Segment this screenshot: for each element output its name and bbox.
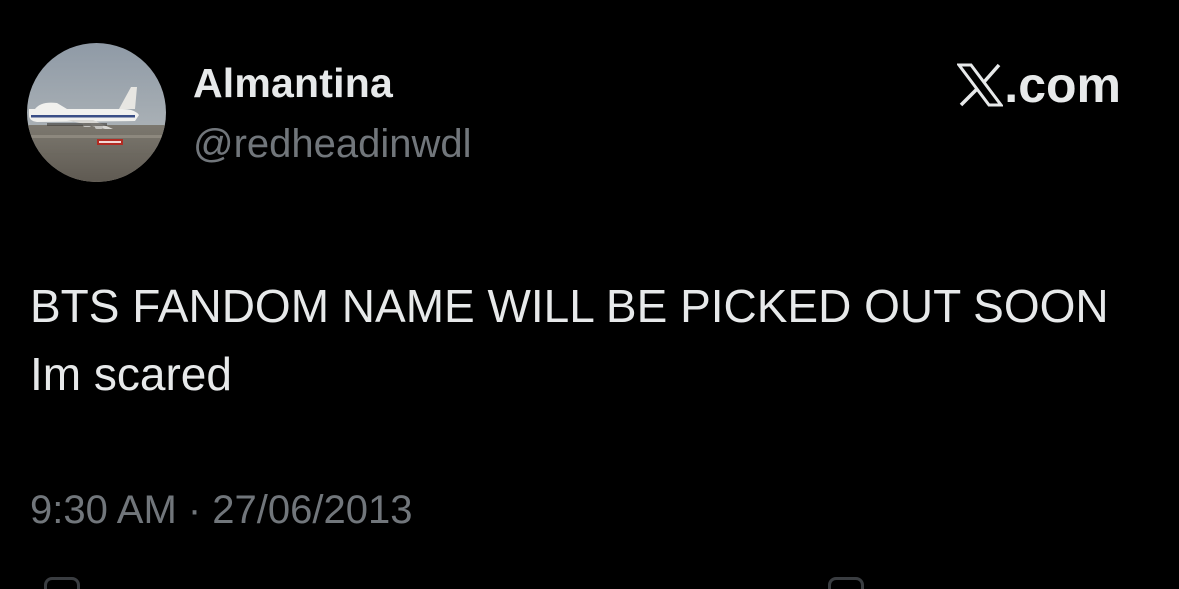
reply-icon[interactable]: [44, 577, 80, 589]
bookmark-icon[interactable]: [828, 577, 864, 589]
tweet-timestamp[interactable]: 9:30 AM · 27/06/2013: [30, 488, 413, 533]
author-display-name[interactable]: Almantina: [193, 60, 393, 107]
brand-watermark: .com: [957, 56, 1121, 114]
author-handle[interactable]: @redheadinwdl: [193, 122, 472, 167]
x-logo-icon: [957, 63, 1004, 107]
airplane-photo-icon: [27, 43, 166, 182]
tweet-card: Almantina @redheadinwdl .com BTS FANDOM …: [0, 0, 1179, 589]
brand-label: .com: [1004, 57, 1121, 113]
tweet-text: BTS FANDOM NAME WILL BE PICKED OUT SOON …: [30, 280, 1109, 400]
avatar[interactable]: [27, 43, 166, 182]
